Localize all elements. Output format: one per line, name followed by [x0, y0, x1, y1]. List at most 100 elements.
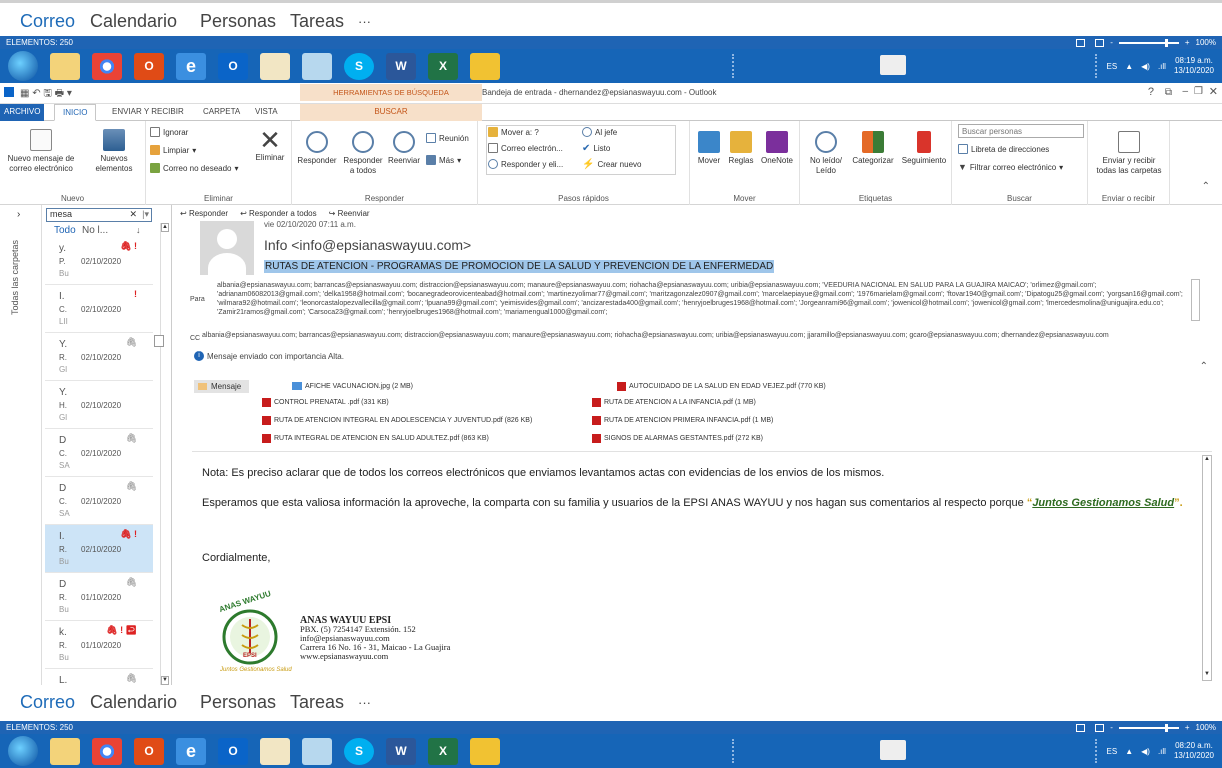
body-scroll-down-icon[interactable]: ▼: [1203, 671, 1211, 680]
tab-archivo[interactable]: ARCHIVO: [0, 104, 45, 121]
chrome-icon[interactable]: [92, 52, 122, 80]
restore-icon[interactable]: ❐: [1194, 86, 1203, 97]
more-button[interactable]: Más ▾: [426, 155, 461, 165]
junk-button[interactable]: Correo no deseado ▾: [150, 163, 239, 173]
filter-todo[interactable]: Todo: [54, 225, 76, 236]
list-item[interactable]: Y. H. 02/10/2020 Gl: [45, 381, 153, 429]
quick-step-reply-delete[interactable]: Responder y eli...: [488, 159, 563, 169]
outlook-icon[interactable]: O: [218, 52, 248, 80]
skype-icon[interactable]: S: [344, 737, 374, 765]
new-items-button[interactable]: Nuevos elementos: [86, 129, 142, 174]
nav-personas-bottom[interactable]: Personas: [200, 692, 276, 713]
reading-view-icon[interactable]: [1095, 38, 1105, 47]
help-icon[interactable]: ?: [1148, 86, 1154, 98]
reading-view-icon[interactable]: [1095, 723, 1105, 732]
word-icon[interactable]: W: [386, 52, 416, 80]
internet-explorer-icon[interactable]: e: [176, 52, 206, 80]
recipients-scrollbar[interactable]: [1191, 279, 1200, 321]
categorize-button[interactable]: Categorizar: [848, 131, 898, 166]
calculator-icon[interactable]: [302, 52, 332, 80]
list-item[interactable]: y. P. 02/10/2020 Bu 🖇 !: [45, 237, 153, 285]
folder-pane-collapsed[interactable]: › Todas las carpetas: [0, 205, 42, 685]
delete-button[interactable]: ✕ Eliminar: [250, 127, 290, 163]
file-explorer-icon[interactable]: [50, 52, 80, 80]
list-item[interactable]: Y. R. 02/10/2020 Gl 🖇: [45, 333, 153, 381]
volume-icon[interactable]: ◀): [1141, 62, 1150, 71]
nav-tareas-bottom[interactable]: Tareas: [290, 692, 344, 713]
normal-view-icon[interactable]: [1076, 723, 1086, 732]
security-shield-icon[interactable]: [470, 52, 500, 80]
tab-inicio[interactable]: INICIO: [54, 104, 97, 121]
windows-start-icon[interactable]: [8, 51, 38, 81]
list-checkbox[interactable]: [154, 335, 164, 347]
signal-icon[interactable]: .ıll: [1158, 747, 1166, 756]
chrome-icon[interactable]: [92, 737, 122, 765]
list-item[interactable]: D R. 01/10/2020 Bu 🖇: [45, 573, 153, 621]
list-item[interactable]: k. R. 01/10/2020 Bu 🖇 ! ↩: [45, 621, 153, 669]
zoom-in[interactable]: +: [1185, 38, 1190, 47]
normal-view-icon[interactable]: [1076, 38, 1086, 47]
search-input[interactable]: mesa ✕ |▾: [46, 208, 152, 222]
internet-explorer-icon[interactable]: e: [176, 737, 206, 765]
new-email-button[interactable]: Nuevo mensaje de correo electrónico: [6, 129, 76, 174]
attachment-pdf[interactable]: AUTOCUIDADO DE LA SALUD EN EDAD VEJEZ.pd…: [617, 382, 826, 391]
tab-vista[interactable]: VISTA: [255, 107, 278, 116]
nav-correo-bottom[interactable]: Correo: [20, 692, 75, 713]
collapse-ribbon-icon[interactable]: ⌃: [1202, 181, 1210, 192]
rules-button[interactable]: Reglas: [726, 131, 756, 166]
paint-icon[interactable]: [260, 52, 290, 80]
attachment-pdf[interactable]: RUTA DE ATENCION A LA INFANCIA.pdf (1 MB…: [592, 398, 756, 407]
security-shield-icon[interactable]: [470, 737, 500, 765]
sort-arrow-icon[interactable]: ↓: [136, 225, 141, 235]
quick-step-done[interactable]: ✔ Listo: [582, 143, 610, 154]
message-attachment-tab[interactable]: Mensaje: [194, 380, 249, 393]
attachment-pdf[interactable]: RUTA DE ATENCION INTEGRAL EN ADOLESCENCI…: [262, 416, 532, 425]
list-scrollbar[interactable]: ▲ ▼: [160, 223, 169, 685]
signal-icon[interactable]: .ıll: [1158, 62, 1166, 71]
list-item[interactable]: D C. 02/10/2020 SA 🖇: [45, 477, 153, 525]
forward-button[interactable]: Reenviar: [384, 131, 424, 166]
quick-step-move[interactable]: Mover a: ?: [488, 127, 539, 137]
search-scope-dropdown[interactable]: |▾: [142, 209, 149, 220]
attachment-pdf[interactable]: RUTA DE ATENCION PRIMERA INFANCIA.pdf (1…: [592, 416, 773, 425]
nav-more[interactable]: ···: [358, 14, 371, 29]
nav-calendario[interactable]: Calendario: [90, 11, 177, 32]
inline-reply-button[interactable]: ↩ Responder: [180, 209, 228, 218]
paint-icon[interactable]: [260, 737, 290, 765]
tab-carpeta[interactable]: CARPETA: [203, 107, 240, 116]
inline-forward-button[interactable]: ↪ Reenviar: [329, 209, 370, 218]
office-icon[interactable]: O: [134, 737, 164, 765]
list-item[interactable]: D C. 02/10/2020 SA 🖇: [45, 429, 153, 477]
tray-arrow-icon[interactable]: ▲: [1125, 747, 1133, 756]
reply-all-button[interactable]: Responder a todos: [340, 131, 386, 176]
nav-correo[interactable]: Correo: [20, 11, 75, 32]
onenote-button[interactable]: OneNote: [756, 131, 798, 166]
clear-search-icon[interactable]: ✕: [129, 209, 137, 220]
skype-icon[interactable]: S: [344, 52, 374, 80]
excel-icon[interactable]: X: [428, 52, 458, 80]
ribbon-display-icon[interactable]: ⧉: [1165, 87, 1172, 98]
meeting-button[interactable]: Reunión: [426, 133, 469, 143]
body-scroll-up-icon[interactable]: ▲: [1203, 456, 1211, 465]
send-receive-button[interactable]: Enviar y recibir todas las carpetas: [1092, 131, 1166, 176]
reply-button[interactable]: Responder: [294, 131, 340, 166]
list-item-selected[interactable]: I. R. 02/10/2020 Bu 🖇 !: [45, 525, 153, 573]
list-item[interactable]: L. 🖇: [45, 669, 153, 685]
nav-more-bottom[interactable]: ···: [358, 695, 371, 710]
clean-button[interactable]: Limpiar ▾: [150, 145, 196, 155]
zoom-slider[interactable]: [1118, 723, 1179, 732]
outlook-icon[interactable]: O: [218, 737, 248, 765]
scroll-down-icon[interactable]: ▼: [161, 676, 169, 685]
quick-step-boss[interactable]: Al jefe: [582, 127, 617, 137]
tab-buscar[interactable]: BUSCAR: [300, 104, 482, 121]
volume-icon[interactable]: ◀): [1141, 747, 1150, 756]
inline-reply-all-button[interactable]: ↩ Responder a todos: [240, 209, 317, 218]
excel-icon[interactable]: X: [428, 737, 458, 765]
tray-arrow-icon[interactable]: ▲: [1125, 62, 1133, 71]
clock[interactable]: 08:19 a.m. 13/10/2020: [1174, 56, 1214, 76]
filter-email-button[interactable]: ▼ Filtrar correo electrónico ▾: [958, 162, 1063, 172]
collapse-header-icon[interactable]: ⌃: [1200, 361, 1208, 372]
windows-start-icon[interactable]: [8, 736, 38, 766]
zoom-out[interactable]: -: [1110, 723, 1113, 732]
nav-personas[interactable]: Personas: [200, 11, 276, 32]
